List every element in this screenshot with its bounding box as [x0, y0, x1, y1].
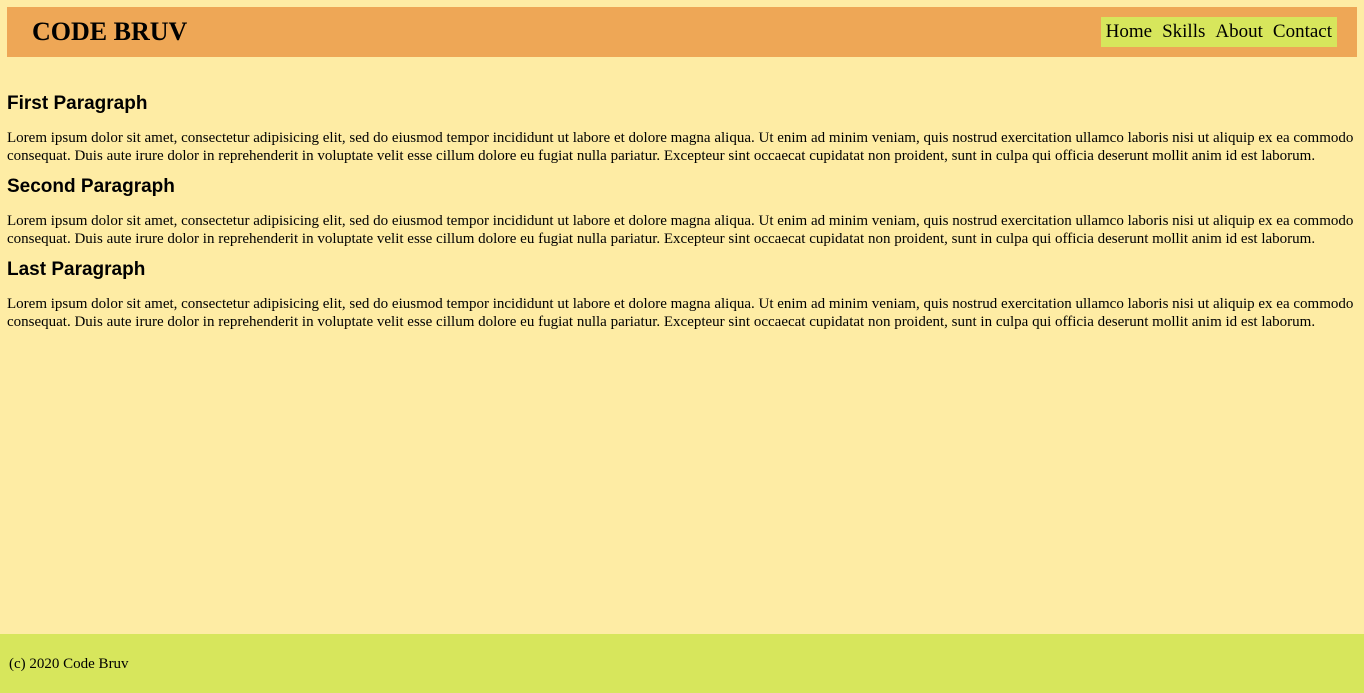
section-last: Last Paragraph Lorem ipsum dolor sit ame… [7, 258, 1359, 331]
section-paragraph: Lorem ipsum dolor sit amet, consectetur … [7, 213, 1354, 247]
main-content: First Paragraph Lorem ipsum dolor sit am… [7, 82, 1359, 339]
nav-link-home[interactable]: Home [1106, 17, 1152, 47]
nav-link-skills[interactable]: Skills [1162, 17, 1205, 47]
section-paragraph: Lorem ipsum dolor sit amet, consectetur … [7, 296, 1354, 330]
site-footer: (c) 2020 Code Bruv [0, 634, 1364, 693]
nav-link-about[interactable]: About [1215, 17, 1263, 47]
section-paragraph: Lorem ipsum dolor sit amet, consectetur … [7, 130, 1354, 164]
section-heading: Last Paragraph [7, 259, 146, 280]
section-first: First Paragraph Lorem ipsum dolor sit am… [7, 92, 1359, 165]
section-heading: Second Paragraph [7, 176, 175, 197]
section-heading: First Paragraph [7, 93, 148, 114]
copyright-text: (c) 2020 Code Bruv [9, 656, 129, 672]
site-header: CODE BRUV Home Skills About Contact [7, 7, 1357, 57]
section-second: Second Paragraph Lorem ipsum dolor sit a… [7, 175, 1359, 248]
site-logo: CODE BRUV [32, 17, 188, 46]
main-nav: Home Skills About Contact [1100, 17, 1337, 47]
nav-link-contact[interactable]: Contact [1273, 17, 1332, 47]
